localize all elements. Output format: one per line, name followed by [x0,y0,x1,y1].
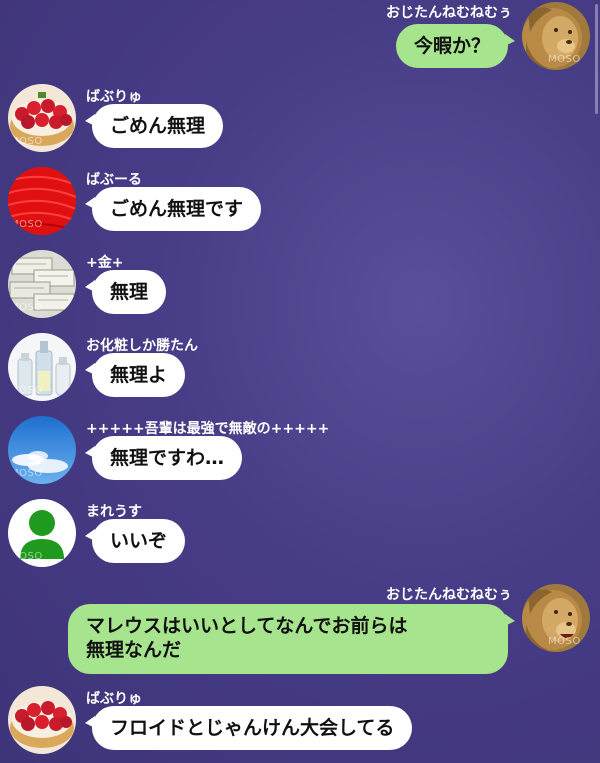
message-bubble[interactable]: いいぞ [84,519,186,563]
sender-name: +++++吾輩は最強で無敵の+++++ [86,421,330,437]
red-noodles-icon[interactable]: MOSO [8,167,76,235]
watermark: MOSO [548,54,581,65]
lion-icon[interactable]: MOSO [522,2,590,70]
message-item: MOSO お化粧しか勝たん 無理よ [0,333,600,409]
watermark: MOSO [10,302,43,313]
watermark: MOSO [10,385,43,396]
message-bubble[interactable]: フロイドとじゃんけん大会してる [84,706,413,750]
watermark: MOSO [10,551,43,562]
sender-name: +金+ [86,255,124,271]
message-item: おじたんねむねむぅ マレウスはいいとしてなんでお前らは 無理なんだ MOSO [0,582,600,682]
blue-sky-icon[interactable]: MOSO [8,416,76,484]
message-bubble[interactable]: 今暇か？ [395,24,516,68]
sender-name: おじたんねむねむぅ [386,587,512,603]
lion-icon[interactable]: MOSO [522,584,590,652]
watermark: MOSO [10,219,43,230]
message-item: おじたんねむねむぅ 今暇か？ MOSO [0,0,600,76]
sender-name: お化粧しか勝たん [86,338,198,354]
message-bubble[interactable]: 無理 [84,270,167,314]
watermark: MOSO [10,136,43,147]
default-user-icon[interactable]: MOSO [8,499,76,567]
message-item: ばぶりゅ フロイドとじゃんけん大会してる [0,686,600,763]
message-bubble[interactable]: 無理ですわ… [84,436,243,480]
sender-name: ばぶーる [86,172,142,188]
message-line: マレウスはいいとしてなんでお前らは [86,615,408,637]
sender-name: まれうす [86,504,142,520]
sender-name: ばぶりゅ [86,89,142,105]
message-item: MOSO +金+ 無理 [0,250,600,326]
chat-window[interactable]: おじたんねむねむぅ 今暇か？ MOSO MOSO ばぶりゅ ごめん無理 MOSO… [0,0,600,763]
message-line: 無理なんだ [86,639,182,661]
money-stacks-icon[interactable]: MOSO [8,250,76,318]
message-bubble[interactable]: マレウスはいいとしてなんでお前らは 無理なんだ [68,604,515,674]
sender-name: ばぶりゅ [86,691,142,707]
message-bubble[interactable]: 無理よ [84,353,186,397]
message-item: MOSO ばぶーる ごめん無理です [0,167,600,243]
strawberry-tart-icon[interactable] [8,686,76,754]
message-bubble[interactable]: ごめん無理 [84,104,224,148]
message-item: MOSO まれうす いいぞ [0,499,600,575]
watermark: MOSO [10,468,43,479]
watermark: MOSO [548,636,581,647]
strawberry-tart-icon[interactable]: MOSO [8,84,76,152]
message-item: MOSO ばぶりゅ ごめん無理 [0,84,600,160]
message-bubble[interactable]: ごめん無理です [84,187,262,231]
message-item: MOSO +++++吾輩は最強で無敵の+++++ 無理ですわ… [0,416,600,492]
cosmetics-bottles-icon[interactable]: MOSO [8,333,76,401]
sender-name: おじたんねむねむぅ [386,5,512,21]
